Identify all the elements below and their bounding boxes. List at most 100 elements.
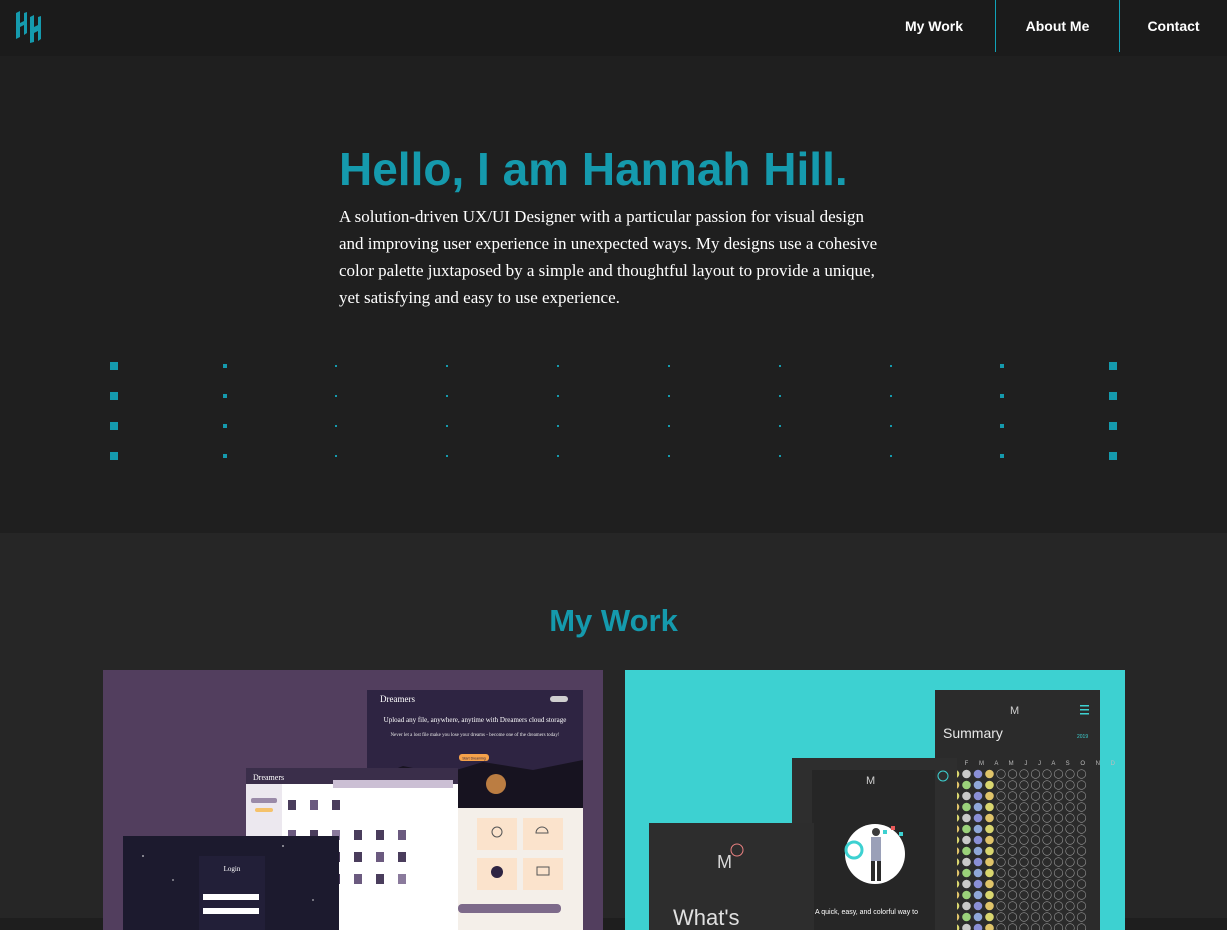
decorative-dot xyxy=(223,454,227,458)
summary-label: Summary xyxy=(943,725,1003,741)
decorative-dot xyxy=(668,425,670,427)
dreamers-cta: Start Dreaming xyxy=(462,757,486,761)
file-icon xyxy=(354,874,362,884)
mood-day-dot xyxy=(973,912,983,922)
hero-description: A solution-driven UX/UI Designer with a … xyxy=(339,207,878,307)
decorative-dot xyxy=(890,425,892,427)
decorative-dot xyxy=(1000,424,1004,428)
mood-tagline: A quick, easy, and colorful way to xyxy=(815,909,918,916)
decorative-dot xyxy=(1109,392,1117,400)
mood-day-dot xyxy=(985,846,994,856)
file-icon xyxy=(354,830,362,840)
mood-day-dot xyxy=(962,824,971,834)
svg-text:M: M xyxy=(1010,705,1019,717)
mood-day-dot xyxy=(985,879,994,889)
dreamers-preview-image: Dreamers Upload any file, anywhere, anyt… xyxy=(123,690,583,930)
mood-day-dot xyxy=(962,868,971,878)
decorative-dot xyxy=(557,425,559,427)
file-icon xyxy=(332,800,340,810)
mood-day-dot xyxy=(973,879,983,889)
svg-text:M: M xyxy=(717,852,732,872)
site-header: My Work About Me Contact xyxy=(0,0,1227,56)
decorative-dot xyxy=(1109,452,1117,460)
decorative-dot xyxy=(890,365,892,367)
mood-day-dot xyxy=(973,802,983,812)
decorative-dot xyxy=(779,455,781,457)
mood-day-dot xyxy=(973,890,983,900)
nav-contact[interactable]: Contact xyxy=(1120,0,1227,52)
mood-day-dot xyxy=(962,890,971,900)
mood-day-dot xyxy=(973,824,983,834)
decorative-dot xyxy=(557,365,559,367)
project-card-mood-tracker[interactable]: M Summary 2019 J F M A M J J A S O N D M… xyxy=(625,670,1125,930)
my-work-section: My Work Dreamers Upload any file, anywhe… xyxy=(0,533,1227,930)
mood-day-dot xyxy=(962,780,971,790)
decorative-dot xyxy=(110,362,118,370)
mood-day-dot xyxy=(973,835,983,845)
file-icon xyxy=(354,852,362,862)
mood-day-dot xyxy=(985,912,994,922)
decorative-dot xyxy=(779,395,781,397)
decorative-dot xyxy=(446,395,448,397)
mood-day-dot xyxy=(962,802,971,812)
file-icon xyxy=(398,874,406,884)
mood-day-dot xyxy=(973,780,983,790)
decorative-dot xyxy=(668,395,670,397)
decorative-dot xyxy=(446,425,448,427)
svg-text:M: M xyxy=(866,775,875,787)
mood-day-dot xyxy=(962,813,971,823)
mood-day-dot xyxy=(962,857,971,867)
decorative-dot xyxy=(1000,364,1004,368)
decorative-dot xyxy=(335,425,337,427)
svg-text:2019: 2019 xyxy=(1077,734,1088,740)
decorative-dot xyxy=(1000,454,1004,458)
decorative-dot xyxy=(1109,362,1117,370)
mood-day-dot xyxy=(973,769,983,779)
decorative-dot xyxy=(335,455,337,457)
mood-tracker-preview-image: M Summary 2019 J F M A M J J A S O N D M… xyxy=(649,690,1115,930)
section-title: My Work xyxy=(549,603,678,638)
decorative-dot xyxy=(668,455,670,457)
mood-day-dot xyxy=(985,824,994,834)
hero-title: Hello, I am Hannah Hill. xyxy=(339,143,848,195)
mood-day-dot xyxy=(985,890,994,900)
file-icon xyxy=(398,852,406,862)
decorative-dot xyxy=(779,425,781,427)
mood-day-dot xyxy=(962,846,971,856)
mood-day-dot xyxy=(973,901,983,911)
dreamers-subline: Never let a lost file make you lose your… xyxy=(390,733,559,738)
file-icon xyxy=(310,800,318,810)
mood-day-dot xyxy=(962,791,971,801)
mood-day-dot xyxy=(973,846,983,856)
decorative-dot xyxy=(446,365,448,367)
decorative-dot xyxy=(335,365,337,367)
decorative-dot xyxy=(223,364,227,368)
mood-day-dot xyxy=(985,868,994,878)
nav-my-work[interactable]: My Work xyxy=(873,0,996,52)
mood-day-dot xyxy=(985,791,994,801)
project-card-dreamers[interactable]: Dreamers Upload any file, anywhere, anyt… xyxy=(103,670,603,930)
nav-about-me[interactable]: About Me xyxy=(996,0,1120,52)
mood-day-dot xyxy=(985,857,994,867)
file-icon xyxy=(376,830,384,840)
file-icon xyxy=(398,830,406,840)
decorative-dot xyxy=(1000,394,1004,398)
mood-day-dot xyxy=(985,769,994,779)
decorative-dot xyxy=(446,455,448,457)
login-heading: Login xyxy=(224,865,241,873)
mood-day-dot xyxy=(962,769,971,779)
decorative-dot xyxy=(557,395,559,397)
hh-logo-icon[interactable] xyxy=(16,11,46,43)
decorative-dot xyxy=(1109,422,1117,430)
decorative-dot xyxy=(890,395,892,397)
decorative-dot xyxy=(779,365,781,367)
mood-day-dot xyxy=(973,813,983,823)
decorative-dot xyxy=(110,422,118,430)
mood-day-dot xyxy=(985,780,994,790)
dreamers-brand: Dreamers xyxy=(380,694,415,704)
mood-day-dot xyxy=(985,835,994,845)
decorative-dot xyxy=(668,365,670,367)
mood-day-dot xyxy=(962,912,971,922)
hero-section: Hello, I am Hannah Hill. A solution-driv… xyxy=(0,56,1227,533)
decorative-dot xyxy=(890,455,892,457)
